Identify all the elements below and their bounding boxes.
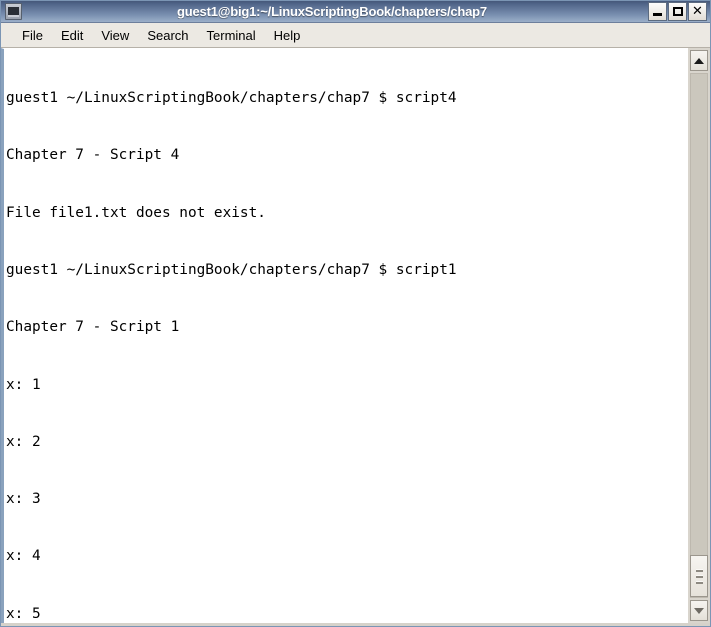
terminal-line: guest1 ~/LinuxScriptingBook/chapters/cha… bbox=[6, 90, 457, 107]
window-controls: ✕ bbox=[648, 2, 707, 21]
terminal-line: x: 4 bbox=[6, 548, 41, 565]
terminal-window: guest1@big1:~/LinuxScriptingBook/chapter… bbox=[0, 0, 711, 627]
minimize-button[interactable] bbox=[648, 2, 667, 21]
title-bar[interactable]: guest1@big1:~/LinuxScriptingBook/chapter… bbox=[1, 1, 710, 23]
close-button[interactable]: ✕ bbox=[688, 2, 707, 21]
terminal-line: x: 5 bbox=[6, 605, 41, 622]
maximize-button[interactable] bbox=[668, 2, 687, 21]
maximize-icon bbox=[669, 3, 686, 20]
terminal-line: x: 1 bbox=[6, 376, 41, 393]
terminal-icon[interactable] bbox=[5, 3, 22, 20]
scroll-up-icon bbox=[694, 57, 704, 64]
scrollbar-thumb[interactable] bbox=[690, 555, 708, 597]
vertical-scrollbar[interactable] bbox=[687, 48, 710, 623]
terminal-line: File file1.txt does not exist. bbox=[6, 204, 266, 221]
close-icon: ✕ bbox=[692, 4, 703, 19]
menu-item-view[interactable]: View bbox=[92, 26, 138, 45]
menu-item-terminal[interactable]: Terminal bbox=[198, 26, 265, 45]
terminal-body: guest1 ~/LinuxScriptingBook/chapters/cha… bbox=[1, 48, 710, 623]
terminal-viewport[interactable]: guest1 ~/LinuxScriptingBook/chapters/cha… bbox=[1, 48, 687, 623]
menu-item-search[interactable]: Search bbox=[138, 26, 197, 45]
scrollbar-track[interactable] bbox=[690, 73, 708, 598]
terminal-line: x: 3 bbox=[6, 491, 41, 508]
terminal-line: guest1 ~/LinuxScriptingBook/chapters/cha… bbox=[6, 262, 457, 279]
terminal-line: Chapter 7 - Script 1 bbox=[6, 319, 180, 336]
menu-bar: File Edit View Search Terminal Help bbox=[1, 23, 710, 48]
menu-item-edit[interactable]: Edit bbox=[52, 26, 92, 45]
scroll-down-button[interactable] bbox=[690, 600, 708, 621]
terminal-line: Chapter 7 - Script 4 bbox=[6, 147, 180, 164]
scroll-up-button[interactable] bbox=[690, 50, 708, 71]
menu-item-file[interactable]: File bbox=[13, 26, 52, 45]
grip-icon bbox=[695, 568, 703, 584]
scroll-down-icon bbox=[694, 607, 704, 614]
window-bottom-edge bbox=[1, 623, 710, 626]
terminal-output[interactable]: guest1 ~/LinuxScriptingBook/chapters/cha… bbox=[6, 51, 687, 623]
window-title: guest1@big1:~/LinuxScriptingBook/chapter… bbox=[177, 4, 487, 19]
menu-item-help[interactable]: Help bbox=[265, 26, 310, 45]
terminal-line: x: 2 bbox=[6, 433, 41, 450]
minimize-icon bbox=[649, 3, 666, 20]
